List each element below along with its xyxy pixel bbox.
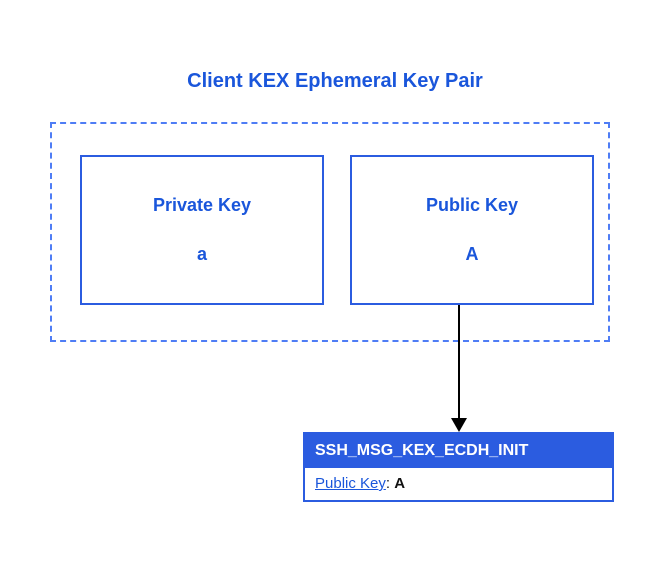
public-key-value: A bbox=[352, 244, 592, 265]
message-colon: : bbox=[386, 475, 394, 492]
private-key-value: a bbox=[82, 244, 322, 265]
private-key-box: Private Key a bbox=[80, 155, 324, 305]
public-key-box: Public Key A bbox=[350, 155, 594, 305]
message-field-label: Public Key bbox=[315, 475, 386, 492]
message-header: SSH_MSG_KEX_ECDH_INIT bbox=[305, 434, 612, 468]
arrow-line bbox=[458, 305, 460, 419]
diagram-title: Client KEX Ephemeral Key Pair bbox=[50, 70, 620, 93]
arrow-head-icon bbox=[451, 418, 467, 432]
diagram-canvas: Client KEX Ephemeral Key Pair Private Ke… bbox=[0, 0, 670, 572]
message-box: SSH_MSG_KEX_ECDH_INIT Public Key: A bbox=[303, 432, 614, 502]
private-key-label: Private Key bbox=[82, 195, 322, 216]
public-key-label: Public Key bbox=[352, 195, 592, 216]
message-field-value: A bbox=[394, 475, 405, 492]
message-body: Public Key: A bbox=[305, 468, 612, 499]
